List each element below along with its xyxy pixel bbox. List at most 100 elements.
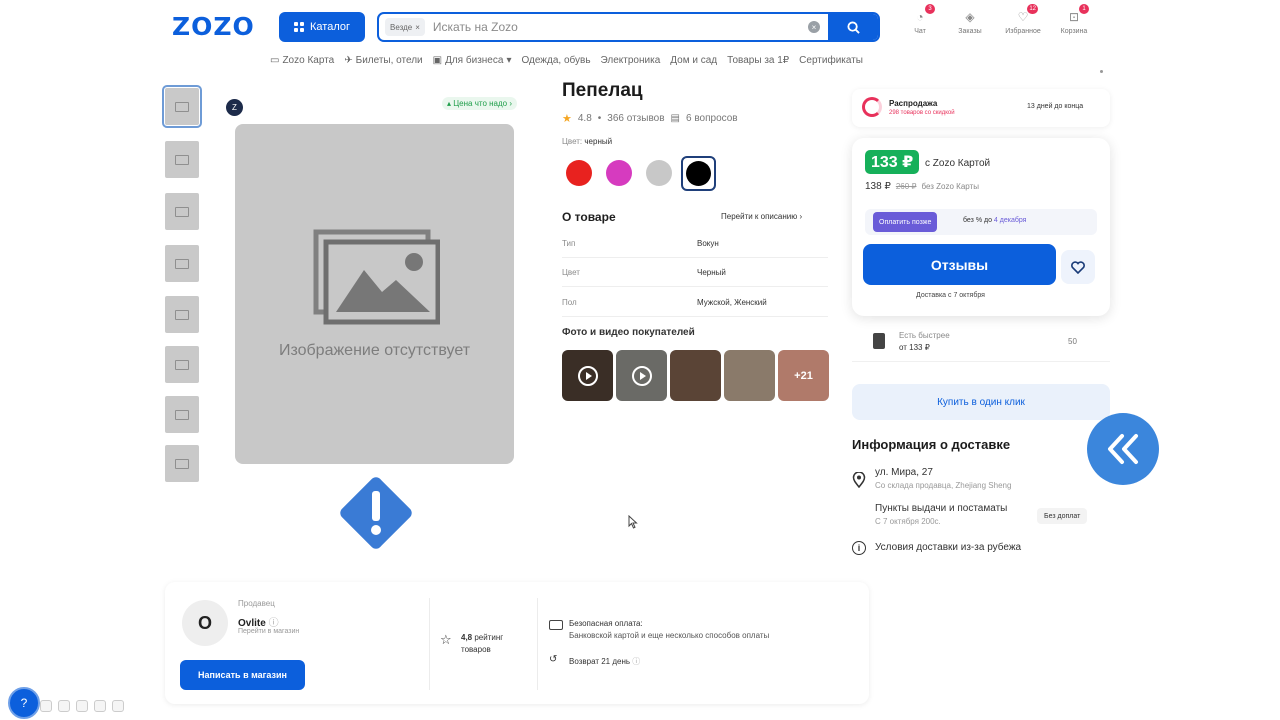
- questions-link[interactable]: 6 вопросов: [686, 113, 738, 124]
- photos-more-count: +21: [794, 369, 813, 382]
- abroad-delivery-link[interactable]: Условия доставки из-за рубежа: [875, 542, 1021, 553]
- color-swatch-gray[interactable]: [646, 160, 672, 186]
- seller-avatar[interactable]: O: [182, 600, 228, 646]
- regular-price-value: 138 ₽: [865, 181, 891, 192]
- search-icon: [846, 20, 860, 34]
- about-link[interactable]: Перейти к описанию ›: [721, 212, 802, 221]
- search-scope-chip[interactable]: Везде ×: [385, 18, 425, 36]
- nav-business[interactable]: ▣ Для бизнеса ▾: [433, 55, 512, 66]
- help-icon: ?: [20, 696, 28, 710]
- collapse-sidebar-button[interactable]: [1087, 413, 1159, 485]
- search-button[interactable]: [828, 14, 878, 40]
- zozo-logo[interactable]: ZOZO: [172, 12, 255, 41]
- faster-label: Есть быстрее: [899, 331, 950, 340]
- seller-rating-value: 4,8: [461, 633, 473, 642]
- gallery-thumb[interactable]: [165, 346, 199, 383]
- info-icon: ⓘ: [632, 657, 641, 666]
- faster-price: от 133 ₽: [899, 343, 930, 352]
- credit-card-icon: [549, 620, 563, 630]
- customer-photo[interactable]: [724, 350, 775, 401]
- pay-later-text: без % до 4 декабря: [963, 217, 1027, 224]
- prop-row: Цвет Черный: [562, 258, 828, 287]
- customer-photos-more[interactable]: +21: [778, 350, 829, 401]
- close-icon[interactable]: ×: [415, 23, 420, 32]
- pay-later-button[interactable]: Оплатить позже: [873, 212, 938, 232]
- header-cart-label: Корзина: [1060, 28, 1088, 35]
- customer-photo[interactable]: [670, 350, 721, 401]
- delivery-address[interactable]: ул. Мира, 27: [875, 467, 933, 478]
- gallery-thumb[interactable]: [165, 141, 199, 178]
- color-label: Цвет: черный: [562, 137, 613, 146]
- gallery-thumb[interactable]: [165, 396, 199, 433]
- old-price: 260 ₽: [895, 182, 917, 191]
- brand-icon[interactable]: Z: [226, 99, 243, 116]
- main-product-image[interactable]: Изображение отсутствует: [235, 124, 514, 464]
- search-input[interactable]: [424, 20, 808, 34]
- gallery-thumb[interactable]: [162, 85, 202, 128]
- gallery-thumb[interactable]: [165, 245, 199, 282]
- gallery-thumb[interactable]: [165, 445, 199, 482]
- nav-electronics[interactable]: Электроника: [601, 55, 661, 66]
- heart-icon: ♡ 12: [1017, 4, 1038, 24]
- customer-video[interactable]: [616, 350, 667, 401]
- seller-name[interactable]: Ovlite ⓘ: [238, 614, 279, 629]
- nav-tickets[interactable]: ✈ Билеты, отели: [344, 55, 422, 66]
- prop-row: Пол Мужской, Женский: [562, 288, 828, 317]
- seller-rating: 4,8 рейтинг товаров: [461, 633, 504, 654]
- mouse-cursor-icon: [628, 515, 638, 529]
- image-missing-icon: [313, 229, 440, 325]
- one-click-buy-button[interactable]: Купить в один клик: [852, 384, 1110, 420]
- image-placeholder-icon: [175, 154, 189, 165]
- color-swatch-black[interactable]: [686, 161, 711, 186]
- reviews-link[interactable]: 366 отзывов: [607, 113, 664, 124]
- image-placeholder-icon: [175, 101, 189, 112]
- sale-days-left: 13 дней до конца: [1027, 103, 1084, 110]
- divider: [537, 598, 538, 690]
- color-swatch-magenta[interactable]: [606, 160, 632, 186]
- nav-clothes[interactable]: Одежда, обувь: [521, 55, 590, 66]
- grid-icon: [294, 22, 304, 32]
- header-orders[interactable]: ◈ Заказы: [945, 10, 995, 35]
- go-to-store-link[interactable]: Перейти в магазин: [238, 628, 299, 635]
- header-orders-label: Заказы: [958, 28, 982, 35]
- gallery-thumb[interactable]: [165, 296, 199, 333]
- image-missing-caption: Изображение отсутствует: [278, 342, 471, 359]
- no-extra-pay-badge: Без доплат: [1037, 508, 1088, 524]
- clear-search-icon[interactable]: ×: [808, 21, 820, 33]
- catalog-button[interactable]: Каталог: [279, 12, 365, 42]
- header-chat-label: Чат: [914, 28, 926, 35]
- header-favorites[interactable]: ♡ 12 Избранное: [998, 4, 1048, 35]
- tray-icon[interactable]: [112, 700, 124, 712]
- question-icon: ▤: [670, 113, 680, 124]
- tray-icon[interactable]: [94, 700, 106, 712]
- plane-icon: ✈: [344, 55, 353, 66]
- search-bar: Везде × ×: [377, 12, 880, 42]
- nav-home-garden[interactable]: Дом и сад: [670, 55, 717, 66]
- no-card-label: без Zozo Карты: [921, 182, 979, 191]
- nav-zozo-card[interactable]: ▭ Zozo Карта: [270, 55, 334, 66]
- header-cart[interactable]: ⊡ 1 Корзина: [1049, 4, 1099, 35]
- safe-payment-title: Безопасная оплата:: [569, 619, 643, 628]
- tray-icon[interactable]: [40, 700, 52, 712]
- tray-icon[interactable]: [58, 700, 70, 712]
- color-swatch-red[interactable]: [566, 160, 592, 186]
- tray-icon[interactable]: [76, 700, 88, 712]
- reviews-button[interactable]: Отзывы: [863, 244, 1056, 285]
- gallery-thumb[interactable]: [165, 193, 199, 230]
- price-tag-badge[interactable]: ▴ Цена что надо ›: [442, 97, 517, 110]
- write-to-store-button[interactable]: Написать в магазин: [180, 660, 305, 690]
- nav-1rub[interactable]: Товары за 1₽: [727, 55, 789, 66]
- help-button[interactable]: ?: [8, 687, 40, 719]
- image-placeholder-icon: [175, 258, 189, 269]
- prop-row: Тип Вокун: [562, 229, 828, 258]
- header-chat[interactable]: ◔ 3 Чат: [895, 4, 945, 35]
- customer-video[interactable]: [562, 350, 613, 401]
- location-pin-icon: [852, 472, 866, 488]
- top-nav: ▭ Zozo Карта ✈ Билеты, отели ▣ Для бизнеса ▾…: [270, 55, 863, 66]
- favorite-button[interactable]: [1061, 250, 1095, 284]
- pickup-points: Пункты выдачи и постаматы: [875, 503, 1008, 514]
- seller-label: Продавец: [238, 599, 275, 608]
- nav-certificates[interactable]: Сертификаты: [799, 55, 863, 66]
- taskbar-tray: [40, 700, 124, 712]
- play-icon: [577, 365, 598, 386]
